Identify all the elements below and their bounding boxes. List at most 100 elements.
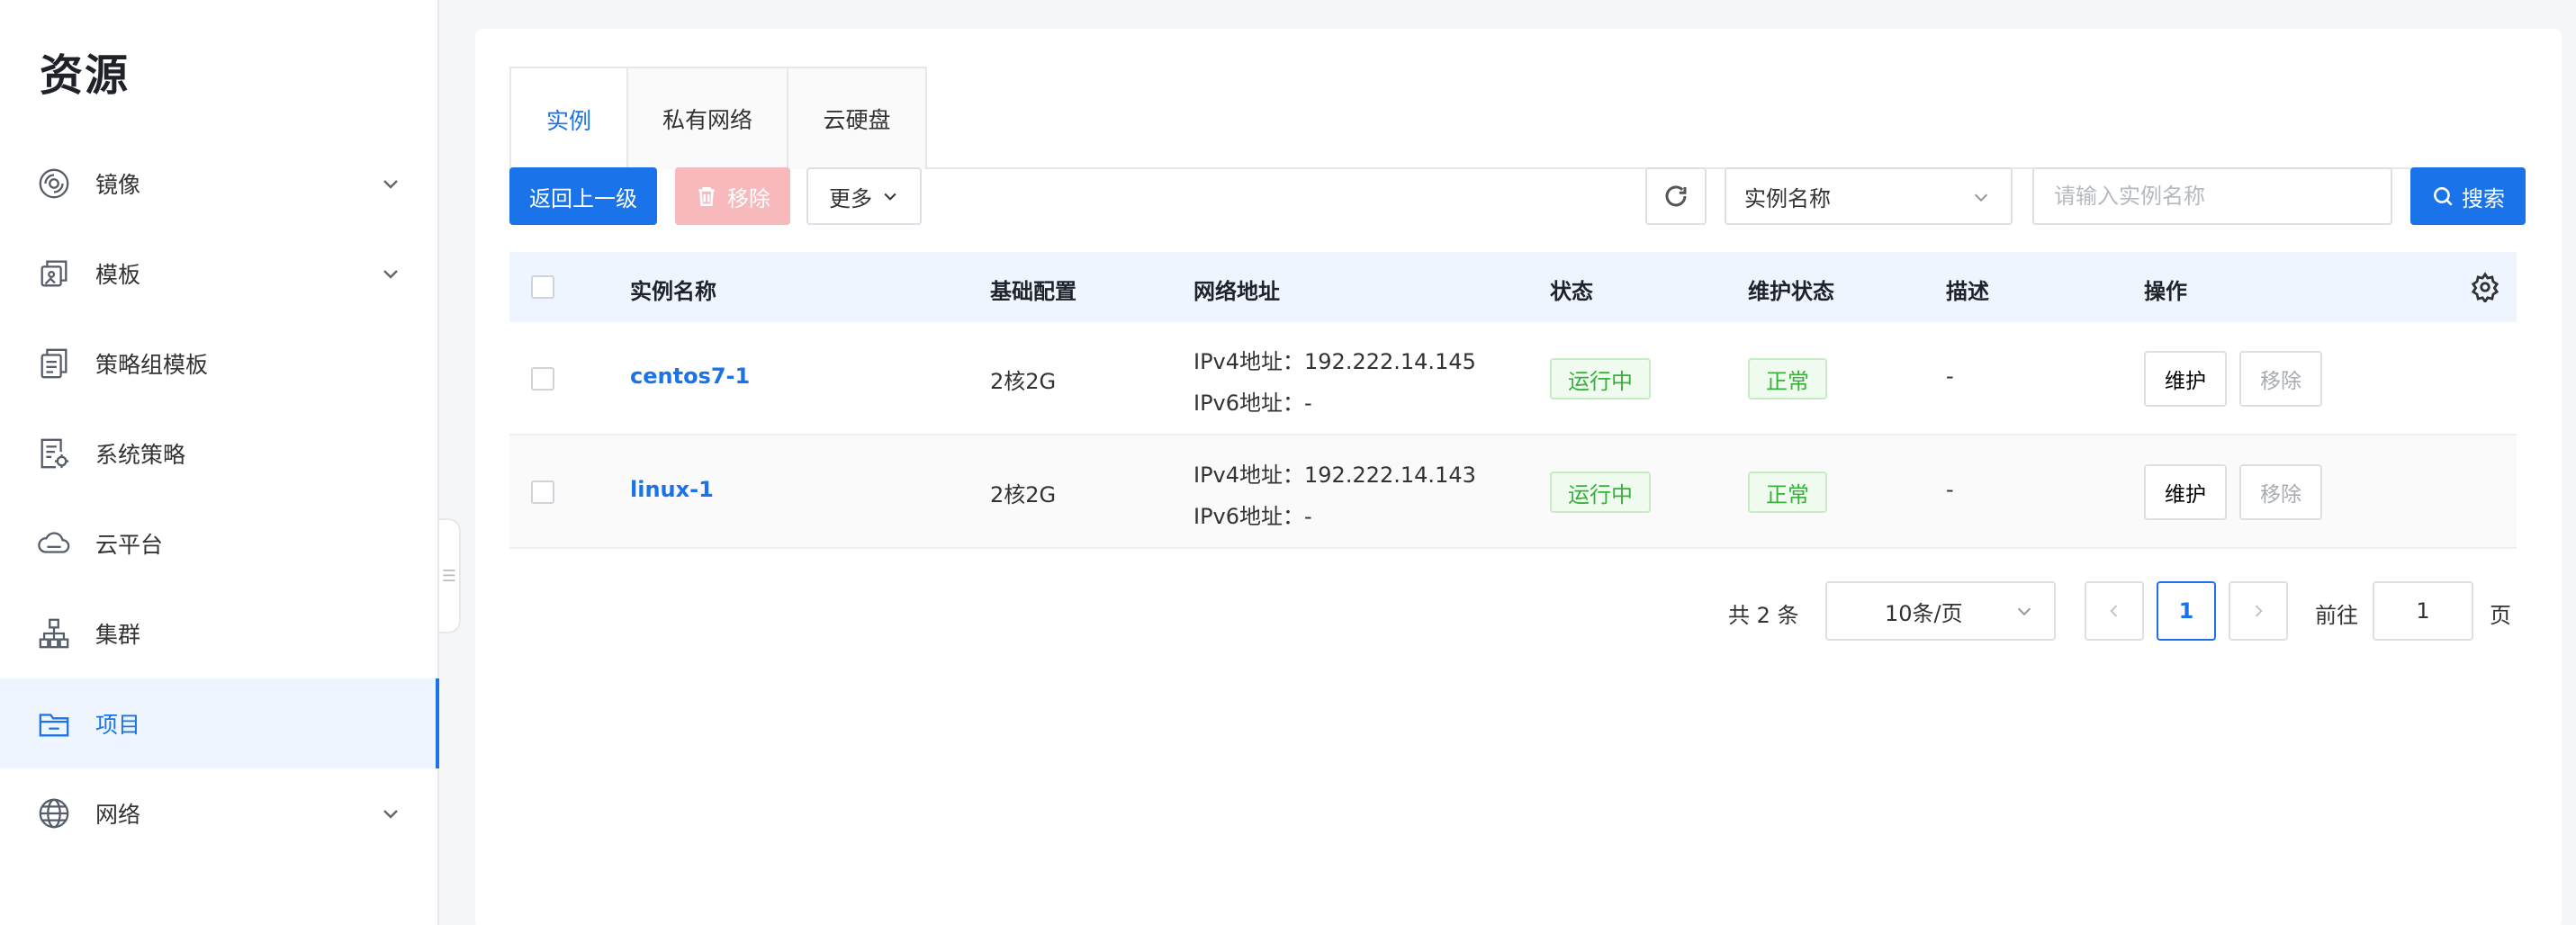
maintenance-badge: 正常: [1748, 471, 1827, 513]
main-card: 实例 私有网络 云硬盘 返回上一级 移除 更多 实例名称 搜索 实例名称: [475, 29, 2562, 925]
sidebar-item-policy-template[interactable]: 策略组模板: [0, 319, 437, 409]
refresh-icon: [1665, 185, 1687, 207]
instance-name-link[interactable]: linux-1: [630, 477, 714, 502]
sidebar-item-label: 集群: [95, 622, 141, 648]
toolbar: 返回上一级 移除 更多 实例名称 搜索: [509, 167, 2526, 225]
header-config: 基础配置: [990, 279, 1076, 304]
row-checkbox[interactable]: [531, 480, 554, 504]
next-page-button[interactable]: [2229, 581, 2288, 641]
maintain-button[interactable]: 维护: [2144, 351, 2227, 407]
maintain-button[interactable]: 维护: [2144, 464, 2227, 520]
gear-icon[interactable]: [2470, 272, 2500, 304]
search-field-select[interactable]: 实例名称: [1725, 167, 2013, 225]
disc-icon: [36, 166, 72, 202]
chevron-right-icon: [2255, 605, 2263, 617]
remove-button-label: 移除: [727, 185, 770, 211]
sidebar-item-label: 模板: [95, 262, 141, 288]
status-badge: 运行中: [1550, 471, 1651, 513]
sidebar-item-label: 项目: [95, 712, 141, 738]
instance-ipv4: IPv4地址：192.222.14.143: [1193, 462, 1476, 488]
cluster-icon: [36, 615, 72, 651]
sidebar-item-label: 镜像: [95, 172, 141, 198]
page-size-selected: 10条/页: [1885, 600, 1963, 626]
chevron-down-icon: [380, 173, 401, 194]
sidebar-item-label: 云平台: [95, 532, 164, 558]
header-maintenance: 维护状态: [1748, 279, 1834, 304]
tab-cloud-disk[interactable]: 云硬盘: [788, 67, 927, 169]
sidebar-item-label: 网络: [95, 802, 141, 828]
pagination: 共 2 条 10条/页 1 前往 页: [475, 581, 2562, 641]
instance-name-link[interactable]: centos7-1: [630, 364, 750, 389]
table-row: centos7-1 2核2G IPv4地址：192.222.14.145 IPv…: [509, 322, 2517, 436]
header-network: 网络地址: [1193, 279, 1280, 304]
tab-instances[interactable]: 实例: [509, 67, 628, 171]
more-label: 更多: [829, 185, 872, 211]
sidebar-item-cloud-platform[interactable]: 云平台: [0, 498, 437, 588]
sidebar-menu: 镜像 模板 策略组模板 系统策略 云平台 集群 项目 网络: [0, 139, 439, 858]
globe-icon: [36, 795, 72, 831]
search-icon: [2434, 187, 2453, 206]
sidebar-item-template[interactable]: 模板: [0, 229, 437, 319]
search-button[interactable]: 搜索: [2410, 167, 2526, 225]
sidebar-item-image[interactable]: 镜像: [0, 139, 437, 229]
back-button[interactable]: 返回上一级: [509, 167, 657, 225]
page-suffix: 页: [2490, 603, 2511, 628]
header-status: 状态: [1550, 279, 1593, 304]
instance-config: 2核2G: [990, 482, 1057, 507]
search-button-label: 搜索: [2462, 185, 2505, 211]
tab-private-network[interactable]: 私有网络: [628, 67, 788, 169]
goto-label: 前往: [2315, 603, 2358, 628]
drag-handle-icon: ☰: [441, 566, 457, 586]
sidebar-item-network[interactable]: 网络: [0, 768, 437, 858]
sidebar-item-project[interactable]: 项目: [0, 678, 439, 768]
cloud-icon: [36, 525, 72, 561]
sidebar-item-label: 策略组模板: [95, 352, 209, 378]
folder-icon: [36, 705, 72, 741]
prev-page-button[interactable]: [2085, 581, 2144, 641]
sidebar-item-system-policy[interactable]: 系统策略: [0, 409, 437, 498]
page-size-select[interactable]: 10条/页: [1825, 581, 2056, 641]
table-row: linux-1 2核2G IPv4地址：192.222.14.143 IPv6地…: [509, 436, 2517, 549]
system-policy-icon: [36, 436, 72, 471]
chevron-left-icon: [2110, 605, 2118, 617]
sidebar-collapse-handle[interactable]: ☰: [439, 518, 461, 633]
table-header: 实例名称 基础配置 网络地址 状态 维护状态 描述 操作: [509, 252, 2517, 322]
row-remove-button[interactable]: 移除: [2239, 351, 2322, 407]
instance-description: -: [1946, 364, 1954, 389]
header-description: 描述: [1946, 279, 1989, 304]
maintenance-badge: 正常: [1748, 358, 1827, 400]
instance-ipv4: IPv4地址：192.222.14.145: [1193, 349, 1476, 374]
chevron-down-icon: [380, 803, 401, 824]
search-field-selected: 实例名称: [1744, 185, 1831, 211]
search-input[interactable]: [2032, 167, 2392, 225]
more-dropdown[interactable]: 更多: [806, 167, 922, 225]
sidebar-item-cluster[interactable]: 集群: [0, 588, 437, 678]
select-all-checkbox[interactable]: [531, 275, 554, 299]
instance-table: 实例名称 基础配置 网络地址 状态 维护状态 描述 操作 centos7-1 2…: [509, 252, 2517, 549]
chevron-down-icon: [884, 193, 896, 201]
goto-page-input[interactable]: [2373, 581, 2473, 641]
status-badge: 运行中: [1550, 358, 1651, 400]
header-actions: 操作: [2144, 279, 2187, 304]
refresh-button[interactable]: [1645, 167, 1707, 225]
row-checkbox[interactable]: [531, 367, 554, 391]
instance-description: -: [1946, 477, 1954, 502]
instance-ipv6: IPv6地址：-: [1193, 504, 1312, 529]
chevron-down-icon: [1971, 187, 1991, 207]
tab-bar: 实例 私有网络 云硬盘: [509, 67, 2517, 171]
chevron-down-icon: [380, 263, 401, 284]
instance-ipv6: IPv6地址：-: [1193, 391, 1312, 416]
template-icon: [36, 256, 72, 292]
policy-template-icon: [36, 346, 72, 382]
chevron-down-icon: [2014, 601, 2034, 621]
instance-config: 2核2G: [990, 369, 1057, 394]
sidebar-title: 资源: [40, 50, 131, 101]
sidebar: 资源 镜像 模板 策略组模板 系统策略 云平台 集群 项目 网络: [0, 0, 439, 925]
pagination-total: 共 2 条: [1728, 603, 1799, 628]
remove-button[interactable]: 移除: [675, 167, 790, 225]
header-name: 实例名称: [630, 279, 716, 304]
trash-icon: [698, 187, 715, 207]
page-number-current[interactable]: 1: [2157, 581, 2216, 641]
sidebar-item-label: 系统策略: [95, 442, 186, 468]
row-remove-button[interactable]: 移除: [2239, 464, 2322, 520]
